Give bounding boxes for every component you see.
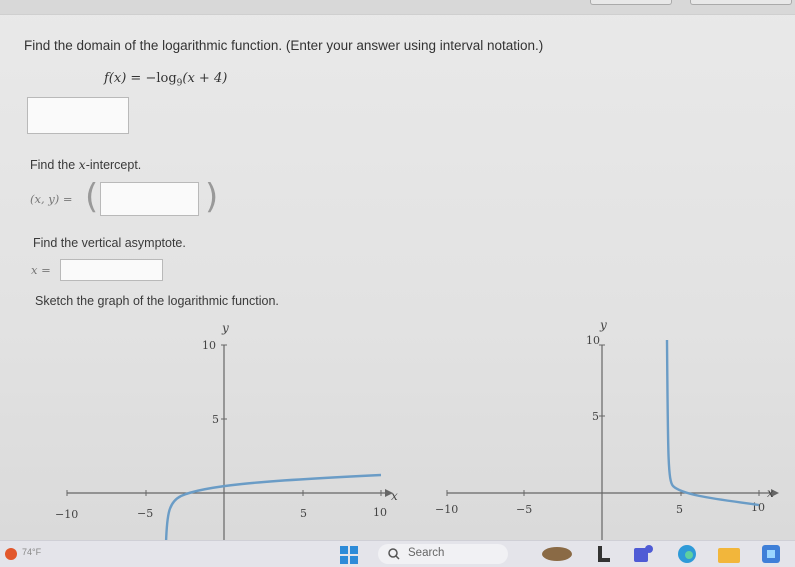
weather-icon[interactable] (4, 547, 18, 561)
xy-pair-label: (x, y) = (30, 192, 73, 206)
y-axis-label: y (599, 318, 607, 332)
tick-label-xm10: −10 (55, 508, 78, 521)
store-icon[interactable] (762, 545, 780, 563)
tick-label-x10: 10 (373, 506, 387, 519)
search-label: Search (408, 547, 445, 559)
tick-label-y10: 10 (202, 339, 216, 352)
folder-icon[interactable] (718, 545, 740, 563)
edge-icon[interactable] (676, 544, 698, 564)
x-axis-label: x (391, 489, 398, 503)
open-paren: ( (85, 177, 99, 217)
top-strip (0, 0, 795, 15)
webassign-page: Find the domain of the logarithmic funct… (0, 0, 795, 544)
file-explorer-icon[interactable] (598, 546, 610, 562)
graph-curve (164, 473, 382, 544)
top-button[interactable] (590, 0, 672, 5)
function-arg: (x + 4) (182, 71, 228, 86)
taskbar-search[interactable]: Search (378, 544, 508, 564)
widget-icon[interactable] (540, 545, 574, 563)
tick-label-x5: 5 (300, 507, 307, 520)
tick-label-xm5: −5 (516, 503, 532, 516)
sketch-label: Sketch the graph of the logarithmic func… (35, 294, 279, 308)
x-intercept-input[interactable] (100, 182, 199, 216)
tick-label-xm5: −5 (137, 507, 153, 520)
domain-input[interactable] (27, 97, 129, 134)
top-button[interactable] (690, 0, 792, 5)
y-axis-label: y (221, 321, 229, 335)
function-formula: f(x) = −log9(x + 4) (104, 71, 227, 89)
x-axis-label: x (767, 486, 774, 500)
tick-label-x5: 5 (676, 503, 683, 516)
function-minus-log: −log (145, 71, 177, 86)
weather-temp: 74°F (22, 547, 42, 557)
tick-label-xm10: −10 (435, 503, 458, 516)
close-paren: ) (205, 177, 219, 217)
tick-label-y5: 5 (592, 410, 599, 423)
asymptote-input[interactable] (60, 259, 163, 281)
windows-start-icon[interactable] (340, 546, 358, 564)
asymptote-label: Find the vertical asymptote. (33, 236, 186, 250)
question-prompt: Find the domain of the logarithmic funct… (24, 38, 544, 53)
graph-left[interactable]: y x 10 5 −10 −5 5 10 (55, 318, 405, 544)
tick-label-y10: 10 (586, 334, 600, 347)
graph-curve (665, 339, 760, 507)
search-icon (388, 548, 400, 560)
x-intercept-label: Find the x-intercept. (30, 157, 142, 172)
taskbar: 74°F Search (0, 540, 795, 567)
graph-right[interactable]: y x 10 5 −10 −5 5 10 (435, 318, 795, 543)
teams-icon[interactable] (632, 544, 654, 564)
function-lhs: f(x) = (104, 71, 146, 86)
tick-label-y5: 5 (212, 413, 219, 426)
asymptote-eq-label: x = (31, 263, 51, 277)
